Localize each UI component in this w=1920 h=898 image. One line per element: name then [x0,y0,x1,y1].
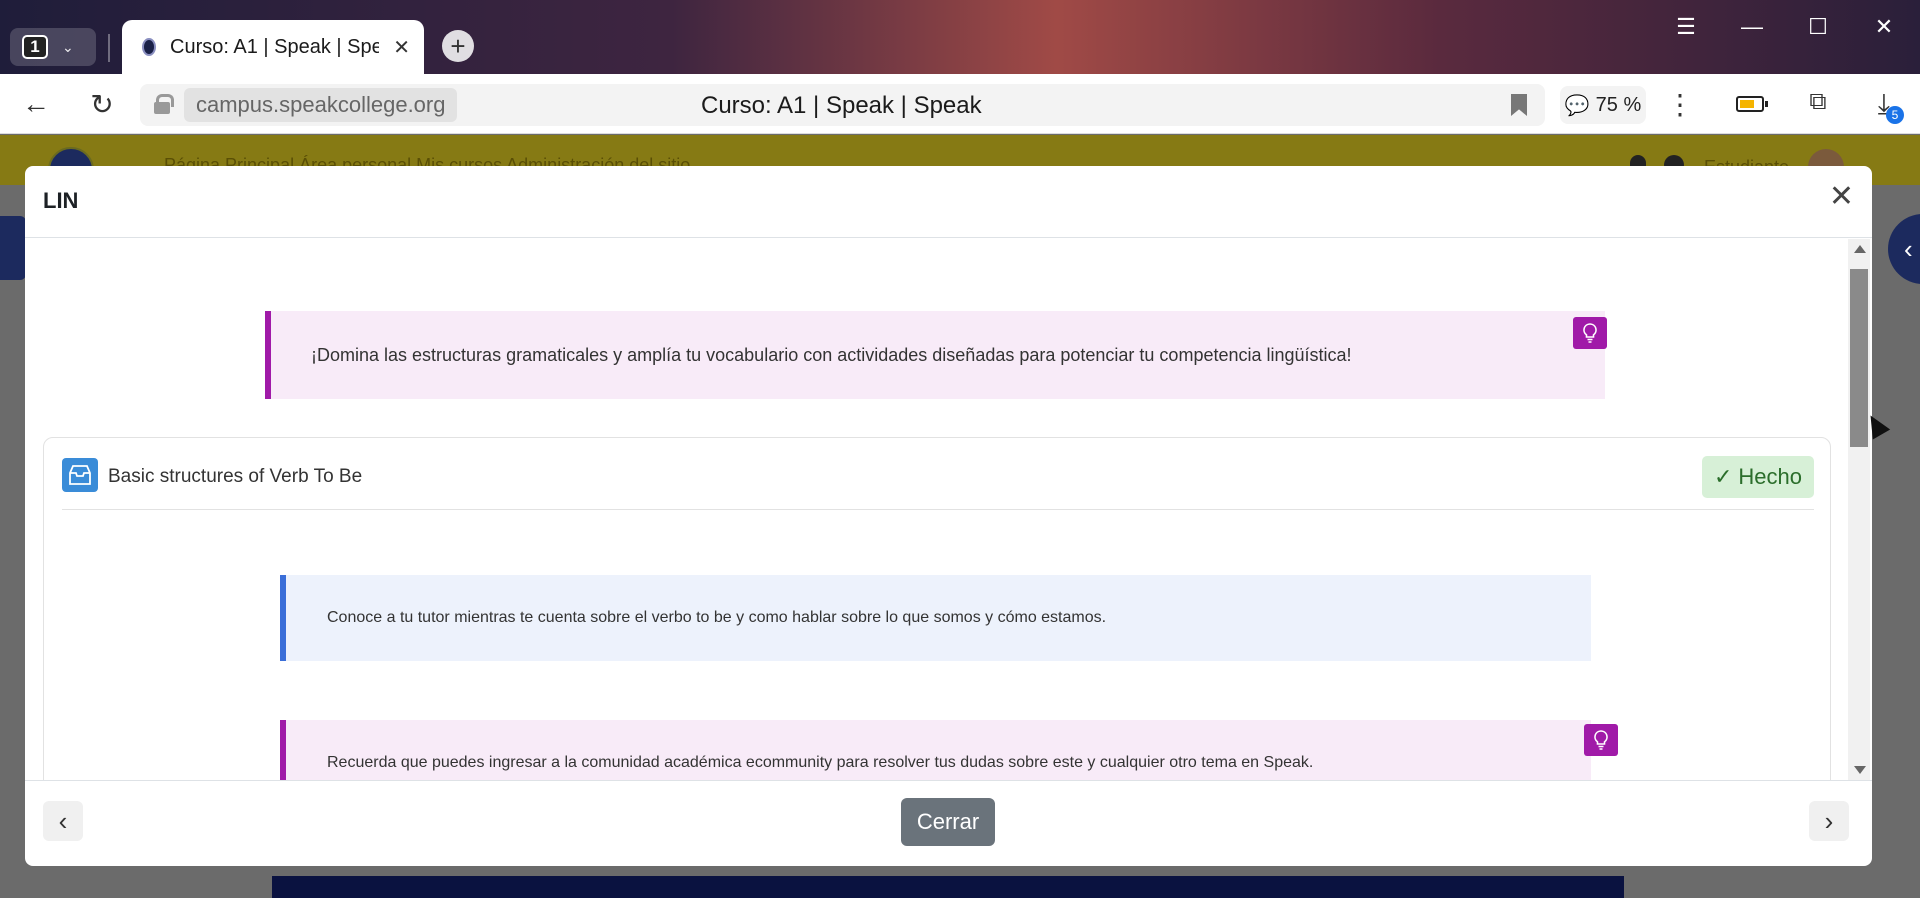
battery-saver-icon[interactable] [1736,96,1768,112]
menu-icon[interactable]: ☰ [1666,14,1706,40]
box-icon [62,458,98,492]
window-close-icon[interactable]: ✕ [1864,14,1904,40]
page-footer-band [272,876,1624,898]
browser-tab-active[interactable]: Curso: A1 | Speak | Speak ✕ [122,20,424,74]
modal-scrollbar[interactable] [1848,239,1870,780]
completion-status-label: Hecho [1738,464,1802,489]
address-bar[interactable]: campus.speakcollege.org Curso: A1 | Spea… [140,84,1545,126]
info-callout-text: Conoce a tu tutor mientras te cuenta sob… [327,609,1107,626]
url-host: campus.speakcollege.org [184,88,458,122]
activity-card: Basic structures of Verb To Be ✓ Hecho C… [43,437,1831,780]
modal-header: LIN ✕ [25,166,1872,238]
tab-title: Curso: A1 | Speak | Speak [170,35,380,58]
tip-callout-text: Recuerda que puedes ingresar a la comuni… [327,754,1314,771]
scroll-down-icon[interactable] [1854,766,1866,774]
chevron-left-icon: ‹ [58,805,68,836]
minimize-icon[interactable]: — [1732,14,1772,40]
reload-icon[interactable]: ↻ [84,88,120,121]
lock-icon [154,94,174,114]
activity-name[interactable]: Basic structures of Verb To Be [108,466,362,488]
chevron-left-icon[interactable]: ‹ [1888,214,1920,284]
downloads-badge: 5 [1886,106,1904,124]
chevron-down-icon: ⌄ [62,38,74,55]
chat-bubble-icon: 💬 [1564,94,1590,117]
tab-close-icon[interactable]: ✕ [393,35,410,60]
completion-status-badge[interactable]: ✓ Hecho [1701,456,1814,498]
browser-toolbar: ← ↻ campus.speakcollege.org Curso: A1 | … [0,74,1920,134]
activity-header: Basic structures of Verb To Be ✓ Hecho [62,438,1814,510]
tip-callout: Recuerda que puedes ingresar a la comuni… [280,720,1591,780]
more-options-icon[interactable]: ⋮ [1662,88,1698,121]
tab-counter-button[interactable]: 1 ⌄ [10,28,96,66]
close-icon[interactable]: ✕ [1829,182,1854,212]
url-page-title: Curso: A1 | Speak | Speak [701,92,982,119]
close-button[interactable]: Cerrar [901,798,995,846]
tab-count: 1 [22,35,48,59]
zoom-level: 75 % [1595,93,1642,116]
course-index-toggle [0,216,26,280]
back-arrow-icon[interactable]: ← [18,88,54,120]
intro-callout-text: ¡Domina las estructuras gramaticales y a… [311,344,1352,365]
info-callout: Conoce a tu tutor mientras te cuenta sob… [280,575,1591,661]
next-activity-button[interactable]: › [1809,801,1849,841]
chevron-right-icon: › [1824,805,1834,836]
lightbulb-icon [1584,724,1618,756]
check-icon: ✓ [1713,464,1733,489]
previous-activity-button[interactable]: ‹ [43,801,83,841]
modal-footer: ‹ Cerrar › [25,780,1872,866]
site-favicon-icon [142,38,156,56]
modal-title: LIN [43,188,79,213]
zoom-indicator[interactable]: 💬 75 % [1560,86,1646,124]
bookmark-icon[interactable] [1511,94,1527,116]
maximize-icon[interactable]: ☐ [1798,14,1838,40]
extensions-icon[interactable]: ⧉ [1800,88,1836,116]
browser-titlebar: 1 ⌄ Curso: A1 | Speak | Speak ✕ + ☰ — ☐ … [0,0,1920,74]
new-tab-button[interactable]: + [442,30,474,62]
lightbulb-icon [1573,317,1607,349]
tab-separator [108,34,110,62]
scroll-up-icon[interactable] [1854,245,1866,253]
activity-modal: LIN ✕ ¡Domina las estructuras gramatical… [25,166,1872,866]
modal-body[interactable]: ¡Domina las estructuras gramaticales y a… [25,239,1848,780]
intro-callout: ¡Domina las estructuras gramaticales y a… [265,311,1605,399]
